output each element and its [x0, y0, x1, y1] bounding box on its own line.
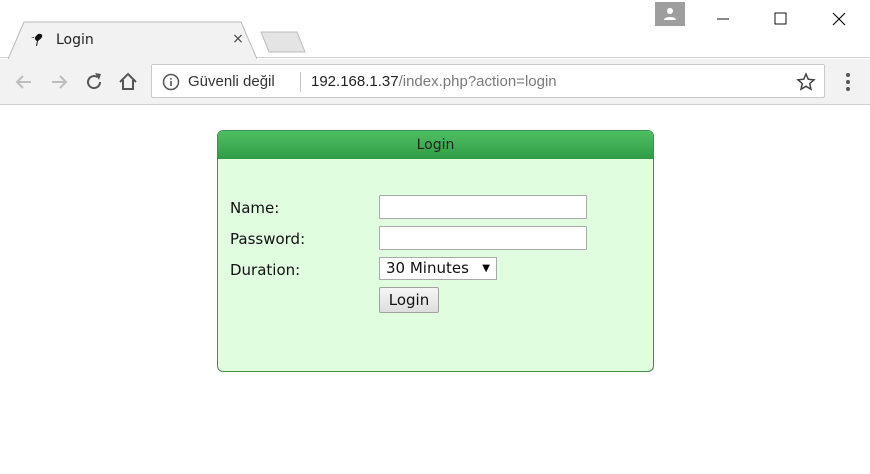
- name-input[interactable]: [379, 195, 587, 219]
- security-status-label[interactable]: Güvenli değil: [188, 73, 275, 90]
- person-icon: [664, 8, 676, 20]
- password-input[interactable]: [379, 226, 587, 250]
- reload-icon[interactable]: [82, 70, 106, 94]
- maximize-button[interactable]: [753, 0, 811, 38]
- close-icon: [832, 12, 846, 26]
- login-panel-header: Login: [218, 131, 653, 159]
- bird-favicon-icon: [31, 33, 43, 46]
- minimize-button[interactable]: [696, 0, 754, 38]
- kebab-menu-icon[interactable]: [838, 70, 858, 94]
- name-label: Name:: [230, 199, 280, 217]
- back-arrow-icon[interactable]: [12, 70, 36, 94]
- url-host: 192.168.1.37: [311, 73, 399, 90]
- new-tab-button[interactable]: [260, 31, 306, 53]
- tab-close-icon[interactable]: ×: [230, 31, 246, 47]
- close-window-button[interactable]: [811, 0, 869, 38]
- url-text[interactable]: 192.168.1.37/index.php?action=login: [311, 73, 557, 90]
- duration-selected-value: 30 Minutes: [386, 259, 469, 277]
- browser-toolbar: Güvenli değil 192.168.1.37/index.php?act…: [0, 59, 870, 105]
- maximize-icon: [774, 12, 787, 25]
- login-button[interactable]: Login: [379, 287, 439, 313]
- omnibox-separator: [300, 72, 301, 92]
- duration-label: Duration:: [230, 261, 301, 279]
- info-icon[interactable]: [162, 73, 180, 91]
- minimize-icon: [717, 18, 729, 20]
- duration-select[interactable]: 30 Minutes ▼: [379, 257, 497, 280]
- dropdown-arrow-icon: ▼: [482, 263, 490, 274]
- forward-arrow-icon[interactable]: [47, 70, 71, 94]
- star-icon[interactable]: [796, 72, 816, 92]
- url-path: /index.php?action=login: [398, 73, 557, 90]
- browser-tab[interactable]: Login ×: [8, 21, 257, 59]
- password-label: Password:: [230, 230, 306, 248]
- browser-titlebar: Login ×: [0, 0, 870, 59]
- address-bar[interactable]: Güvenli değil 192.168.1.37/index.php?act…: [151, 64, 825, 98]
- tab-title: Login: [56, 32, 94, 48]
- home-icon[interactable]: [116, 70, 140, 94]
- login-panel: Login Name: Password: Duration: 30 Minut…: [217, 130, 654, 372]
- profile-button[interactable]: [655, 2, 685, 26]
